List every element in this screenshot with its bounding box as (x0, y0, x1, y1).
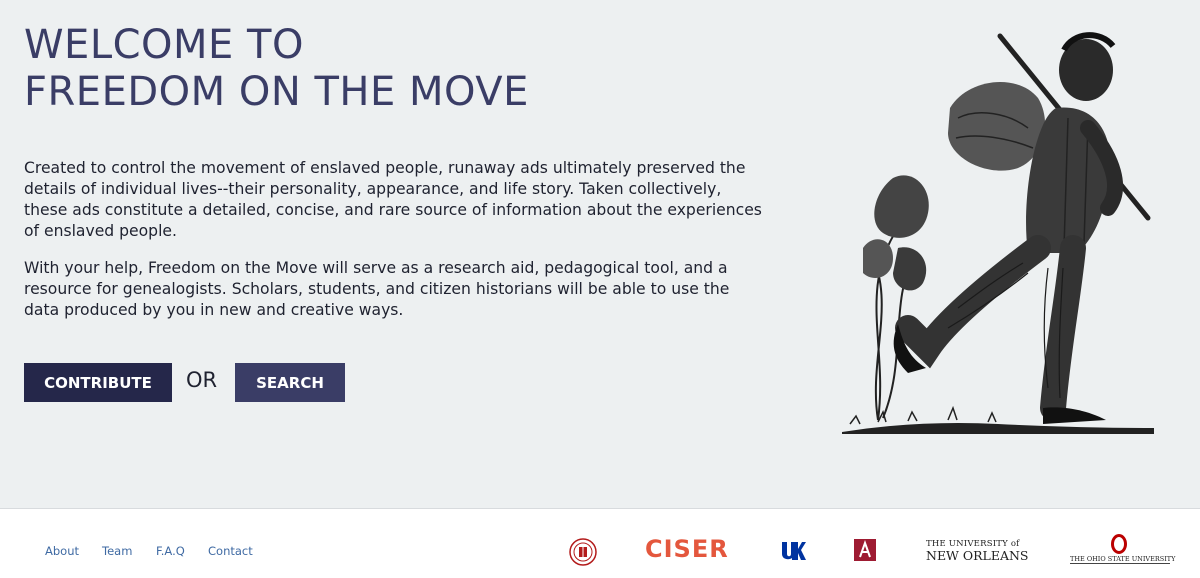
hero-section: WELCOME TO FREEDOM ON THE MOVE Created t… (0, 0, 1200, 508)
site-footer: About Team F.A.Q Contact CISER THE UNIVE… (0, 508, 1200, 578)
ciser-logo[interactable]: CISER (645, 535, 729, 563)
uno-logo[interactable]: THE UNIVERSITY of NEW ORLEANS (926, 539, 1046, 563)
kentucky-logo[interactable] (778, 540, 806, 562)
intro-paragraph: Created to control the movement of ensla… (24, 159, 762, 240)
search-button[interactable]: SEARCH (235, 363, 345, 402)
footer-link-team[interactable]: Team (102, 544, 132, 558)
runaway-illustration (842, 32, 1154, 434)
footer-link-about[interactable]: About (45, 544, 79, 558)
ohio-state-wordmark: THE OHIO STATE UNIVERSITY (1070, 555, 1176, 564)
title-line-1: WELCOME TO (24, 22, 304, 68)
alabama-logo[interactable] (854, 539, 876, 561)
help-paragraph: With your help, Freedom on the Move will… (24, 259, 730, 319)
or-label: OR (186, 368, 218, 392)
footer-link-contact[interactable]: Contact (208, 544, 253, 558)
cornell-seal-logo[interactable] (569, 538, 597, 566)
footer-link-faq[interactable]: F.A.Q (156, 544, 185, 558)
page-title: WELCOME TO FREEDOM ON THE MOVE (24, 22, 529, 116)
contribute-button[interactable]: CONTRIBUTE (24, 363, 172, 402)
uno-logo-line-2: NEW ORLEANS (926, 548, 1029, 563)
ohio-state-logo[interactable] (1111, 534, 1127, 554)
title-line-2: FREEDOM ON THE MOVE (24, 69, 529, 115)
